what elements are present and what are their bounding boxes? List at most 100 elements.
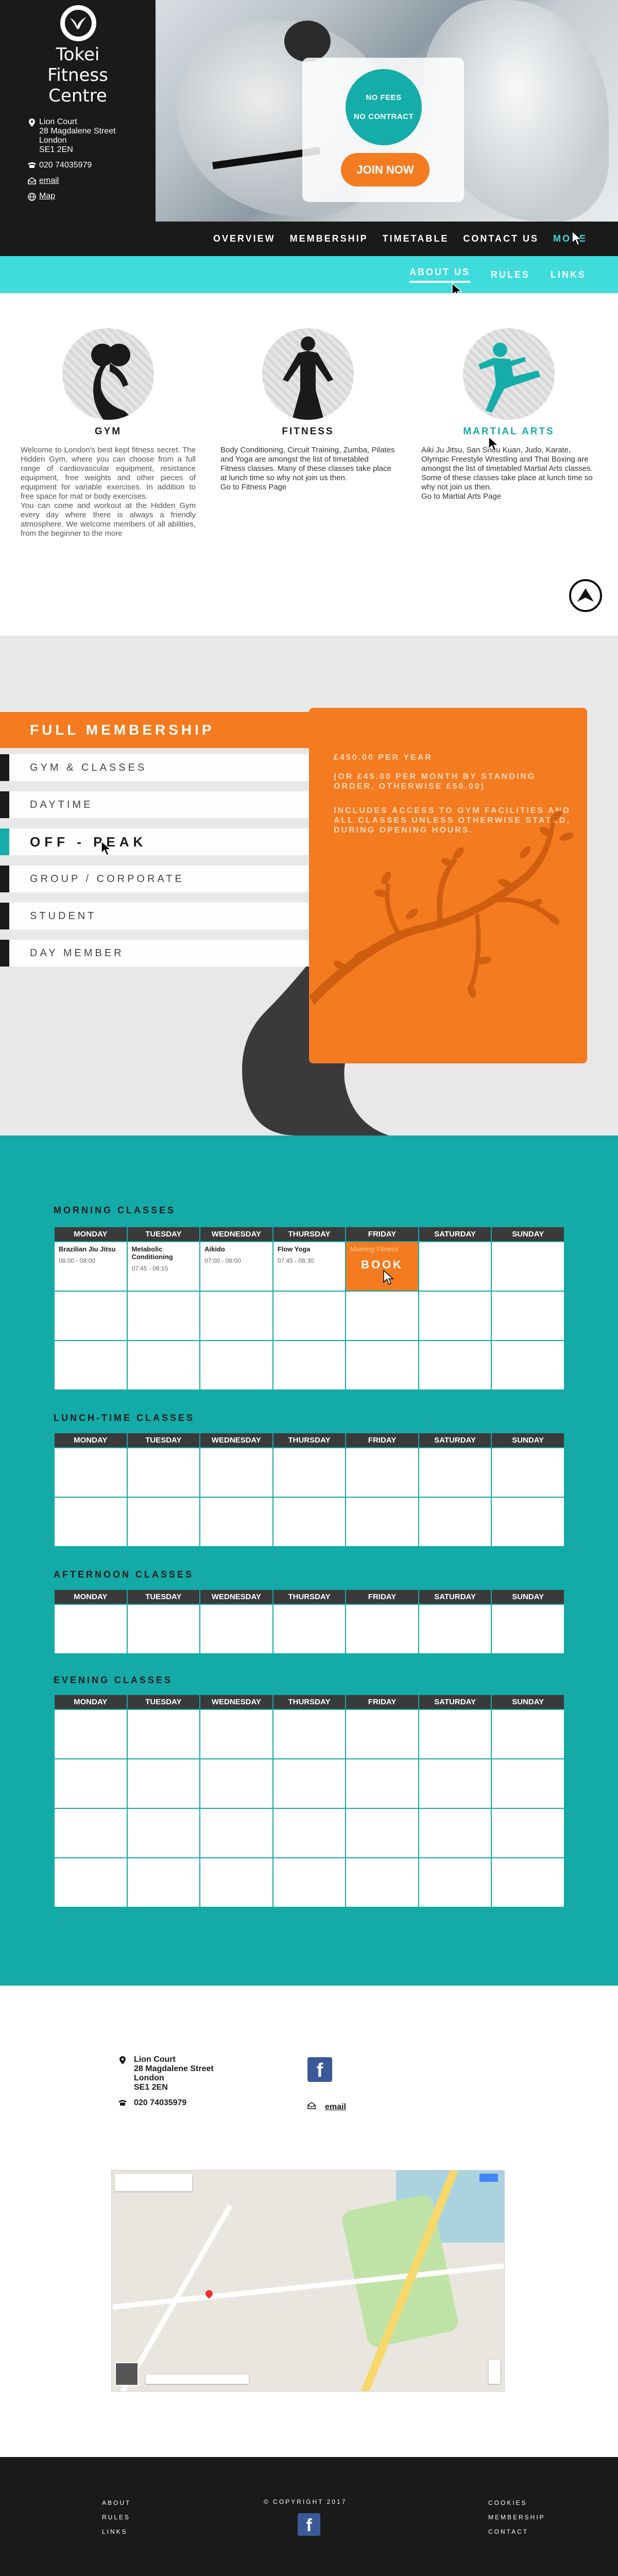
class-cell[interactable] [199,1447,273,1498]
footer-link-rules[interactable]: RULES [102,2514,131,2521]
class-cell[interactable] [418,1497,492,1547]
class-cell[interactable] [54,1497,128,1547]
class-cell[interactable] [54,1447,128,1498]
subnav-about-us[interactable]: ABOUT US [409,267,470,283]
nav-overview[interactable]: OVERVIEW [213,233,276,244]
class-cell[interactable] [126,1340,201,1391]
class-cell[interactable] [418,1447,492,1498]
email-link[interactable]: email [39,176,59,185]
class-cell[interactable] [54,1857,128,1908]
facebook-icon[interactable]: f [307,2057,332,2082]
scroll-up-button[interactable] [569,579,602,612]
class-cell[interactable] [54,1291,128,1341]
class-cell[interactable] [199,1340,273,1391]
class-cell[interactable] [54,1340,128,1391]
class-cell[interactable] [491,1447,565,1498]
class-cell[interactable] [199,1291,273,1341]
class-cell[interactable] [272,1709,347,1759]
map-link[interactable]: Map [39,192,55,201]
class-cell[interactable] [491,1340,565,1391]
membership-option[interactable]: GROUP / CORPORATE [0,860,309,897]
class-cell[interactable] [199,1758,273,1809]
class-cell[interactable] [491,1758,565,1809]
footer-link-links[interactable]: LINKS [102,2528,131,2535]
subnav-rules[interactable]: RULES [491,269,530,280]
class-cell[interactable] [491,1709,565,1759]
fitness-page-link[interactable]: Go to Fitness Page [220,483,396,492]
map-zoom-control[interactable] [489,2360,500,2384]
class-cell[interactable] [345,1857,419,1908]
class-cell[interactable] [199,1857,273,1908]
class-cell[interactable] [418,1709,492,1759]
class-cell[interactable] [418,1758,492,1809]
membership-option[interactable]: STUDENT [0,897,309,935]
membership-option[interactable]: GYM & CLASSES [0,749,309,786]
class-cell[interactable] [418,1857,492,1908]
class-cell[interactable] [418,1241,492,1292]
class-cell[interactable]: Flow Yoga 07:45 - 08:30 [272,1241,347,1292]
class-cell[interactable] [345,1709,419,1759]
join-now-button[interactable]: JOIN NOW [341,153,430,187]
class-cell[interactable] [199,1709,273,1759]
class-cell[interactable] [272,1447,347,1498]
class-cell[interactable] [272,1808,347,1858]
map-sign-in-button[interactable] [479,2174,498,2182]
footer-link-cookies[interactable]: COOKIES [488,2499,545,2506]
class-cell-book[interactable]: Morning Fitness BOOK [345,1241,419,1292]
class-cell[interactable] [345,1604,419,1654]
class-cell[interactable] [272,1857,347,1908]
class-cell[interactable] [126,1497,201,1547]
class-cell[interactable] [54,1709,128,1759]
class-cell[interactable] [199,1497,273,1547]
class-cell[interactable] [199,1808,273,1858]
class-cell[interactable] [418,1291,492,1341]
class-cell[interactable] [126,1604,201,1654]
class-cell[interactable] [491,1497,565,1547]
class-cell[interactable] [199,1604,273,1654]
class-cell[interactable] [54,1758,128,1809]
footer-link-membership[interactable]: MEMBERSHIP [488,2514,545,2521]
class-cell[interactable] [491,1604,565,1654]
class-cell[interactable] [272,1497,347,1547]
class-cell[interactable] [345,1291,419,1341]
class-cell[interactable] [345,1808,419,1858]
class-cell[interactable] [491,1291,565,1341]
footer-link-contact[interactable]: CONTACT [488,2528,545,2535]
nav-timetable[interactable]: TIMETABLE [383,233,449,244]
class-cell[interactable] [272,1758,347,1809]
class-cell[interactable] [126,1758,201,1809]
class-cell[interactable] [491,1808,565,1858]
class-cell[interactable] [126,1291,201,1341]
class-cell[interactable] [345,1447,419,1498]
phone-number[interactable]: 020 74035979 [134,2098,186,2108]
class-cell[interactable]: Aikido 07:00 - 08:00 [199,1241,273,1292]
nav-contact-us[interactable]: CONTACT US [463,233,539,244]
map-directions-bar[interactable] [146,2375,249,2384]
class-cell[interactable] [418,1340,492,1391]
map-satellite-toggle[interactable] [115,2362,139,2386]
class-cell[interactable] [126,1857,201,1908]
map-view-larger-box[interactable] [115,2174,192,2191]
class-cell[interactable] [126,1709,201,1759]
footer-link-about[interactable]: ABOUT [102,2499,131,2506]
membership-option[interactable]: DAY MEMBER [0,935,309,972]
class-cell[interactable] [491,1857,565,1908]
class-cell[interactable] [418,1808,492,1858]
class-cell[interactable] [345,1340,419,1391]
class-cell[interactable] [418,1604,492,1654]
class-cell[interactable]: Brazilian Jiu Jitsu 08:00 - 08:00 [54,1241,128,1292]
nav-membership[interactable]: MEMBERSHIP [290,233,368,244]
class-cell[interactable] [272,1291,347,1341]
class-cell[interactable] [345,1758,419,1809]
location-map[interactable] [111,2170,505,2392]
phone-number[interactable]: 020 74035979 [39,161,92,170]
logo[interactable] [60,5,96,41]
subnav-links[interactable]: LINKS [551,269,586,280]
email-link[interactable]: email [325,2103,346,2112]
facebook-icon[interactable]: f [298,2513,320,2536]
class-cell[interactable] [126,1447,201,1498]
class-cell[interactable]: Metabolic Conditioning 07:45 - 08:15 [126,1241,201,1292]
class-cell[interactable] [272,1340,347,1391]
class-cell[interactable] [54,1604,128,1654]
class-cell[interactable] [491,1241,565,1292]
